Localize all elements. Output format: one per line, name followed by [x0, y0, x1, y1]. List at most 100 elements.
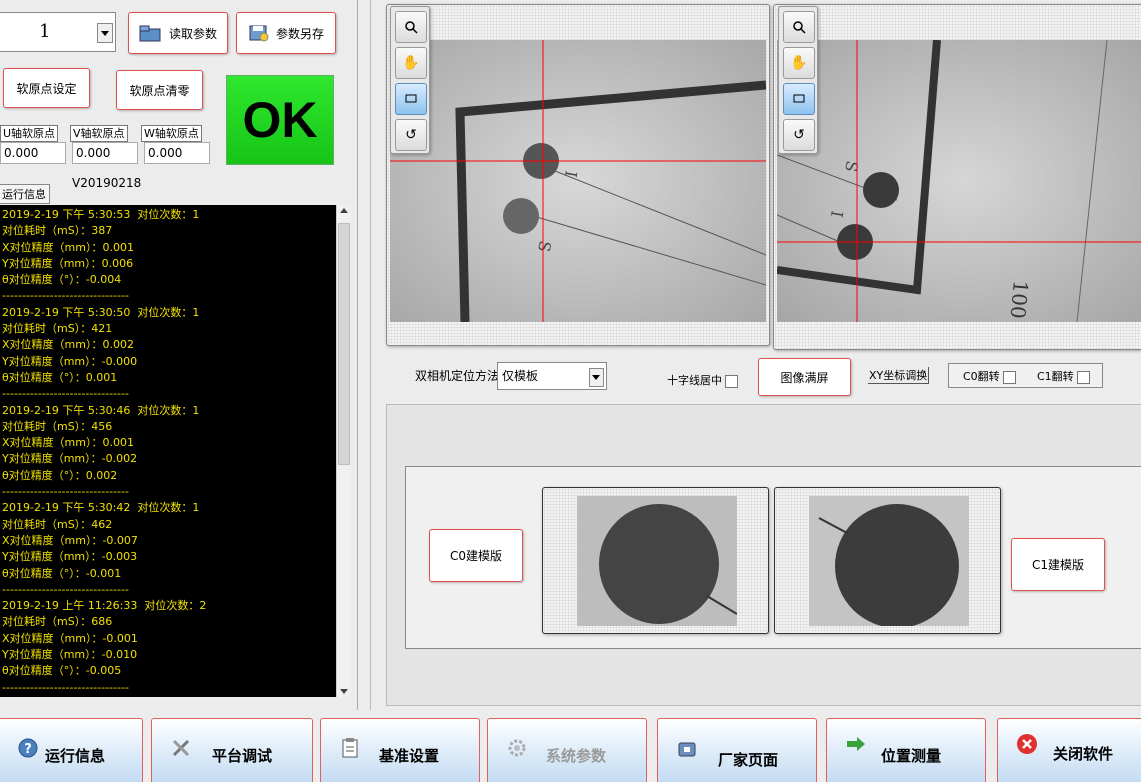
log-line: Y对位精度（mm）：-0.010 — [2, 648, 138, 662]
nav-vendor-page[interactable]: 厂家页面 — [657, 718, 817, 782]
soft-origin-set-label: 软原点设定 — [16, 81, 77, 96]
tools-icon — [172, 739, 190, 757]
ok-status-text: OK — [242, 92, 318, 148]
lock-icon — [678, 742, 696, 757]
log-tab[interactable]: 运行信息 — [0, 184, 50, 204]
version-label: V20190218 — [72, 176, 142, 190]
log-line: -------------------------------- — [2, 582, 130, 596]
folder-icon — [139, 25, 161, 42]
pan-hand-icon[interactable]: ✋ — [395, 47, 427, 79]
camera-view-c1[interactable]: S I 100 — [773, 4, 1141, 350]
soft-origin-set-button[interactable]: 软原点设定 — [3, 68, 90, 108]
chevron-down-icon[interactable] — [97, 23, 113, 43]
log-line: Y对位精度（mm）：-0.002 — [2, 452, 138, 466]
camera-selector[interactable]: 1 — [0, 12, 116, 52]
nav-vendor-page-label: 厂家页面 — [718, 751, 779, 769]
log-scrollbar[interactable] — [336, 205, 350, 697]
w-axis-input[interactable]: 0.000 — [144, 142, 210, 164]
log-line: X对位精度（mm）：0.001 — [2, 240, 134, 254]
v-axis-input[interactable]: 0.000 — [72, 142, 138, 164]
svg-text:?: ? — [24, 742, 32, 757]
ok-status-indicator: OK — [226, 75, 334, 165]
log-line: 2019-2-19 下午 5:30:46 对位次数：1 — [2, 403, 200, 417]
read-params-button[interactable]: 读取参数 — [128, 12, 228, 54]
camera-image-c0: I S — [390, 40, 766, 322]
log-line: -------------------------------- — [2, 289, 130, 303]
rotate-icon[interactable]: ↺ — [783, 119, 815, 151]
log-line: θ对位精度（°）：0.001 — [2, 370, 118, 384]
chevron-down-icon[interactable] — [589, 368, 604, 387]
nav-close-software[interactable]: 关闭软件 — [997, 718, 1141, 782]
log-line: 对位耗时（mS）：421 — [2, 322, 113, 336]
c1-flip-label: C1翻转 — [1037, 370, 1074, 383]
run-log: 2019-2-19 下午 5:30:53 对位次数：1 对位耗时（mS）：387 X… — [0, 205, 336, 697]
xy-swap-button[interactable]: XY坐标调换 — [868, 367, 930, 384]
c0-flip-box[interactable] — [1002, 370, 1016, 384]
arrow-icon — [847, 737, 865, 751]
save-params-label: 参数另存 — [275, 26, 324, 41]
save-as-icon — [249, 25, 269, 42]
log-line: Y对位精度（mm）：-0.000 — [2, 354, 138, 368]
save-params-button[interactable]: 参数另存 — [236, 12, 336, 54]
c0-flip-checkbox[interactable]: C0翻转 — [963, 368, 1016, 384]
nav-run-info[interactable]: ? 运行信息 — [0, 718, 143, 782]
fullscreen-label: 图像满屏 — [780, 370, 829, 385]
log-line: Y对位精度（mm）：-0.003 — [2, 550, 138, 564]
nav-platform-debug[interactable]: 平台调试 — [151, 718, 313, 782]
log-line: 2019-2-19 下午 5:30:53 对位次数：1 — [2, 208, 200, 221]
nav-position-measure[interactable]: 位置测量 — [826, 718, 986, 782]
method-select-value: 仅模板 — [502, 369, 539, 383]
clipboard-icon — [342, 738, 358, 758]
c0-build-template-button[interactable]: C0建模版 — [429, 529, 523, 582]
rotate-icon[interactable]: ↺ — [395, 119, 427, 151]
log-line: θ对位精度（°）：-0.004 — [2, 273, 122, 287]
log-line: 对位耗时（mS）：456 — [2, 419, 113, 433]
nav-baseline-settings[interactable]: 基准设置 — [320, 718, 480, 782]
select-rect-icon[interactable] — [783, 83, 815, 115]
soft-origin-clear-button[interactable]: 软原点清零 — [116, 70, 203, 110]
log-scroll-thumb[interactable] — [338, 223, 350, 465]
nav-system-params-label: 系统参数 — [546, 747, 607, 765]
c1-flip-checkbox[interactable]: C1翻转 — [1037, 368, 1090, 384]
c1-flip-box[interactable] — [1076, 370, 1090, 384]
template-preview-c0 — [542, 487, 769, 634]
soft-origin-clear-label: 软原点清零 — [129, 83, 190, 98]
template-preview-c1 — [774, 487, 1001, 634]
log-line: 对位耗时（mS）：387 — [2, 224, 113, 238]
log-line: θ对位精度（°）：-0.001 — [2, 566, 122, 580]
method-label: 双相机定位方法 — [415, 369, 500, 383]
nav-platform-debug-label: 平台调试 — [212, 747, 273, 765]
zoom-icon[interactable] — [783, 11, 815, 43]
nav-run-info-label: 运行信息 — [45, 747, 106, 765]
log-line: -------------------------------- — [2, 387, 130, 401]
fullscreen-button[interactable]: 图像满屏 — [758, 358, 851, 396]
select-rect-icon[interactable] — [395, 83, 427, 115]
help-icon: ? — [18, 738, 38, 758]
w-axis-label: W轴软原点 — [141, 125, 202, 142]
log-line: X对位精度（mm）：-0.007 — [2, 533, 138, 547]
log-line: 2019-2-19 下午 5:30:42 对位次数：1 — [2, 501, 200, 515]
camera-selector-value: 1 — [39, 21, 51, 42]
cross-center-box[interactable] — [725, 374, 738, 388]
svg-text:100: 100 — [1006, 280, 1033, 320]
pan-hand-icon[interactable]: ✋ — [783, 47, 815, 79]
log-line: 对位耗时（mS）：462 — [2, 517, 113, 531]
u-axis-label: U轴软原点 — [0, 125, 59, 142]
camera-image-c1: S I 100 — [777, 40, 1141, 322]
close-icon — [1017, 734, 1037, 754]
zoom-icon[interactable] — [395, 11, 427, 43]
u-axis-input[interactable]: 0.000 — [0, 142, 66, 164]
nav-close-software-label: 关闭软件 — [1053, 745, 1114, 763]
c1-build-template-label: C1建模版 — [1031, 558, 1084, 572]
log-line: 2019-2-19 上午 11:26:33 对位次数：2 — [2, 599, 207, 613]
nav-position-measure-label: 位置测量 — [881, 747, 942, 765]
cross-center-checkbox[interactable]: 十字线居中 — [667, 372, 738, 388]
toolbox-c1: ✋ ↺ — [778, 6, 818, 154]
log-line: -------------------------------- — [2, 485, 130, 499]
camera-view-c0[interactable]: I S — [386, 4, 770, 346]
c1-build-template-button[interactable]: C1建模版 — [1011, 538, 1105, 591]
method-select[interactable]: 仅模板 — [497, 362, 607, 390]
log-line: θ对位精度（°）：0.002 — [2, 468, 118, 482]
v-axis-label: V轴软原点 — [70, 125, 128, 142]
nav-system-params[interactable]: 系统参数 — [487, 718, 647, 782]
